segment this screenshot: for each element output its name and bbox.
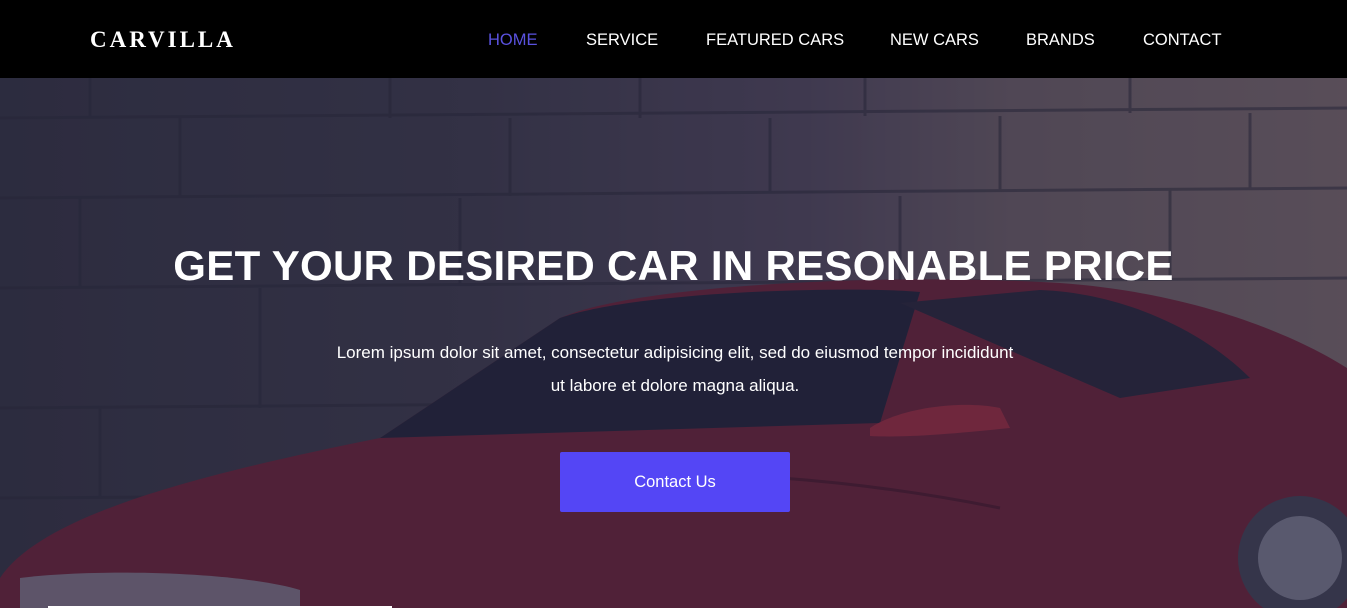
hero-section: GET YOUR DESIRED CAR IN RESONABLE PRICE …: [0, 78, 1347, 608]
contact-us-button[interactable]: Contact Us: [560, 452, 790, 512]
main-nav: HOME SERVICE FEATURED CARS NEW CARS BRAN…: [0, 30, 1347, 50]
nav-featured-cars-link[interactable]: FEATURED CARS: [706, 30, 844, 50]
hero-title: GET YOUR DESIRED CAR IN RESONABLE PRICE: [173, 242, 1174, 289]
hero-description-line-1: Lorem ipsum dolor sit amet, consectetur …: [336, 343, 1014, 362]
nav-service-link[interactable]: SERVICE: [586, 30, 658, 50]
nav-brands-link[interactable]: BRANDS: [1026, 30, 1095, 50]
hero-description: Lorem ipsum dolor sit amet, consectetur …: [310, 336, 1040, 402]
hero-description-line-2: ut labore et dolore magna aliqua.: [550, 376, 800, 395]
nav-new-cars-link[interactable]: NEW CARS: [890, 30, 979, 50]
nav-home-link[interactable]: HOME: [488, 30, 538, 50]
nav-contact-link[interactable]: CONTACT: [1143, 30, 1222, 50]
navbar: CARVILLA HOME SERVICE FEATURED CARS NEW …: [0, 0, 1347, 78]
